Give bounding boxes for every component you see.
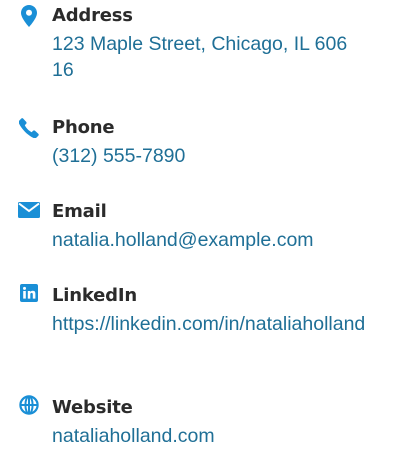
website-label: Website [52,397,133,418]
envelope-icon [18,199,40,221]
email-label: Email [52,201,107,222]
phone-label: Phone [52,117,115,138]
phone-value: (312) 555-7890 [52,145,186,167]
map-pin-icon [18,5,40,27]
globe-icon [18,394,40,416]
website-url[interactable]: nataliaholland.com [52,423,397,449]
linkedin-icon [18,282,40,304]
email-value: natalia.holland@example.com [52,229,314,251]
linkedin-label: LinkedIn [52,285,137,306]
phone-icon [18,117,40,139]
linkedin-url[interactable]: https://linkedin.com/in/nataliaholland [52,311,397,337]
address-label: Address [52,5,133,26]
address-value: 123 Maple Street, Chicago, IL 60616 [52,33,348,81]
